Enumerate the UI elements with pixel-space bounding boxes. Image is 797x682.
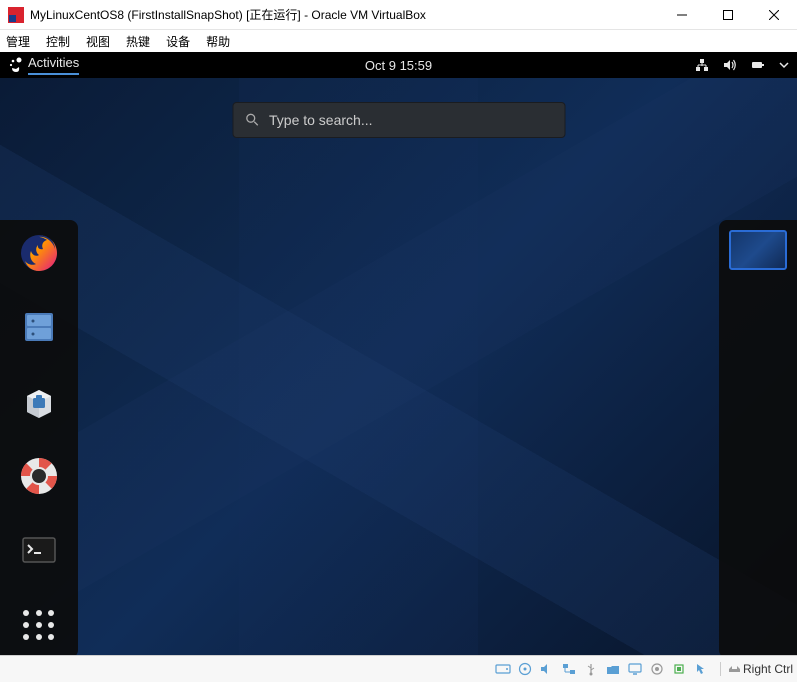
vb-cpu-icon[interactable]	[670, 661, 688, 677]
vb-shared-icon[interactable]	[604, 661, 622, 677]
search-input[interactable]: Type to search...	[232, 102, 565, 138]
vb-display-icon[interactable]	[626, 661, 644, 677]
dock-item-help[interactable]	[15, 453, 63, 499]
dropdown-icon	[779, 60, 789, 70]
search-container: Type to search...	[232, 102, 565, 138]
gnome-topbar: Activities Oct 9 15:59	[0, 52, 797, 78]
workspace-switcher	[719, 220, 797, 655]
maximize-button[interactable]	[705, 0, 751, 30]
window-controls	[659, 0, 797, 30]
menu-control[interactable]: 控制	[46, 33, 70, 50]
vm-display: Activities Oct 9 15:59 Type to search...	[0, 52, 797, 655]
vb-optical-icon[interactable]	[516, 661, 534, 677]
host-key-indicator[interactable]: Right Ctrl	[720, 662, 793, 676]
system-status-area[interactable]	[695, 58, 789, 72]
minimize-button[interactable]	[659, 0, 705, 30]
search-icon	[245, 113, 259, 127]
dock-item-files[interactable]	[15, 304, 63, 350]
virtualbox-app-icon	[8, 7, 24, 23]
clock[interactable]: Oct 9 15:59	[365, 58, 432, 73]
vb-mouse-icon[interactable]	[692, 661, 710, 677]
virtualbox-statusbar: Right Ctrl	[0, 655, 797, 682]
grid-icon	[23, 610, 55, 640]
host-key-icon	[727, 663, 741, 675]
close-button[interactable]	[751, 0, 797, 30]
vb-audio-icon[interactable]	[538, 661, 556, 677]
vb-status-icons	[494, 661, 710, 677]
volume-icon	[723, 58, 737, 72]
vb-hdd-icon[interactable]	[494, 661, 512, 677]
gnome-logo-icon	[8, 57, 24, 73]
workspace-thumbnail-1[interactable]	[729, 230, 787, 270]
network-icon	[695, 58, 709, 72]
battery-icon	[751, 58, 765, 72]
vb-recording-icon[interactable]	[648, 661, 666, 677]
menu-view[interactable]: 视图	[86, 33, 110, 50]
virtualbox-menubar: 管理 控制 视图 热键 设备 帮助	[0, 30, 797, 52]
activities-button[interactable]: Activities	[28, 55, 79, 75]
desktop-wallpaper	[0, 52, 797, 655]
menu-hotkey[interactable]: 热键	[126, 33, 150, 50]
menu-manage[interactable]: 管理	[6, 33, 30, 50]
vb-usb-icon[interactable]	[582, 661, 600, 677]
files-icon	[19, 307, 59, 347]
dock-item-terminal[interactable]	[15, 527, 63, 573]
search-placeholder: Type to search...	[269, 112, 373, 128]
dock-item-software[interactable]	[15, 379, 63, 425]
software-icon	[19, 382, 59, 422]
firefox-icon	[17, 231, 61, 275]
dock-item-firefox[interactable]	[15, 230, 63, 276]
help-icon	[18, 455, 60, 497]
host-key-label: Right Ctrl	[743, 662, 793, 676]
window-title: MyLinuxCentOS8 (FirstInstallSnapShot) [正…	[30, 6, 659, 23]
terminal-icon	[19, 530, 59, 570]
vb-network-icon[interactable]	[560, 661, 578, 677]
dock	[0, 220, 78, 655]
menu-help[interactable]: 帮助	[206, 33, 230, 50]
window-titlebar: MyLinuxCentOS8 (FirstInstallSnapShot) [正…	[0, 0, 797, 30]
menu-devices[interactable]: 设备	[166, 33, 190, 50]
dock-item-app-grid[interactable]	[15, 602, 63, 648]
